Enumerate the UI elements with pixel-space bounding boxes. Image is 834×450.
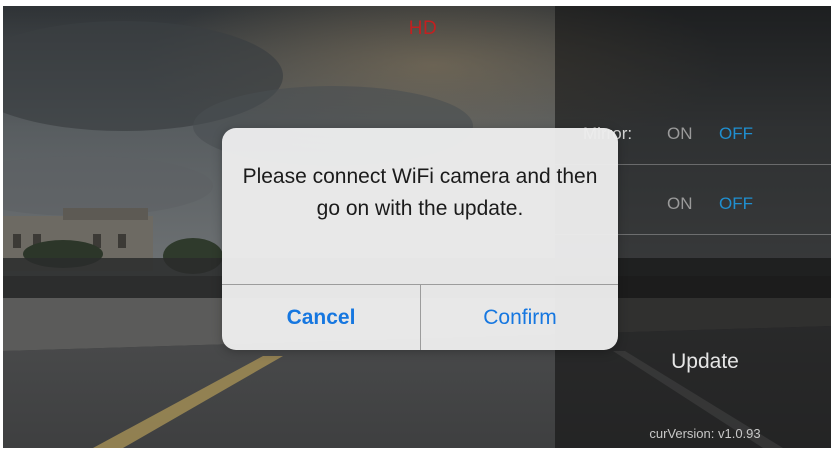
camera-preview-screen: HD Mirror: ON OFF ON OFF Update curVersi… bbox=[3, 6, 831, 448]
mirror-off-option[interactable]: OFF bbox=[719, 124, 753, 144]
cancel-button[interactable]: Cancel bbox=[222, 285, 420, 350]
dialog-message: Please connect WiFi camera and then go o… bbox=[242, 165, 598, 220]
second-on-option[interactable]: ON bbox=[667, 194, 693, 214]
second-off-option[interactable]: OFF bbox=[719, 194, 753, 214]
update-alert-dialog: Please connect WiFi camera and then go o… bbox=[222, 128, 618, 350]
update-button[interactable]: Update bbox=[645, 350, 765, 374]
confirm-button[interactable]: Confirm bbox=[421, 285, 618, 350]
version-text: curVersion: v1.0.93 bbox=[649, 426, 761, 441]
mirror-on-option[interactable]: ON bbox=[667, 124, 693, 144]
hd-quality-label[interactable]: HD bbox=[403, 18, 443, 40]
